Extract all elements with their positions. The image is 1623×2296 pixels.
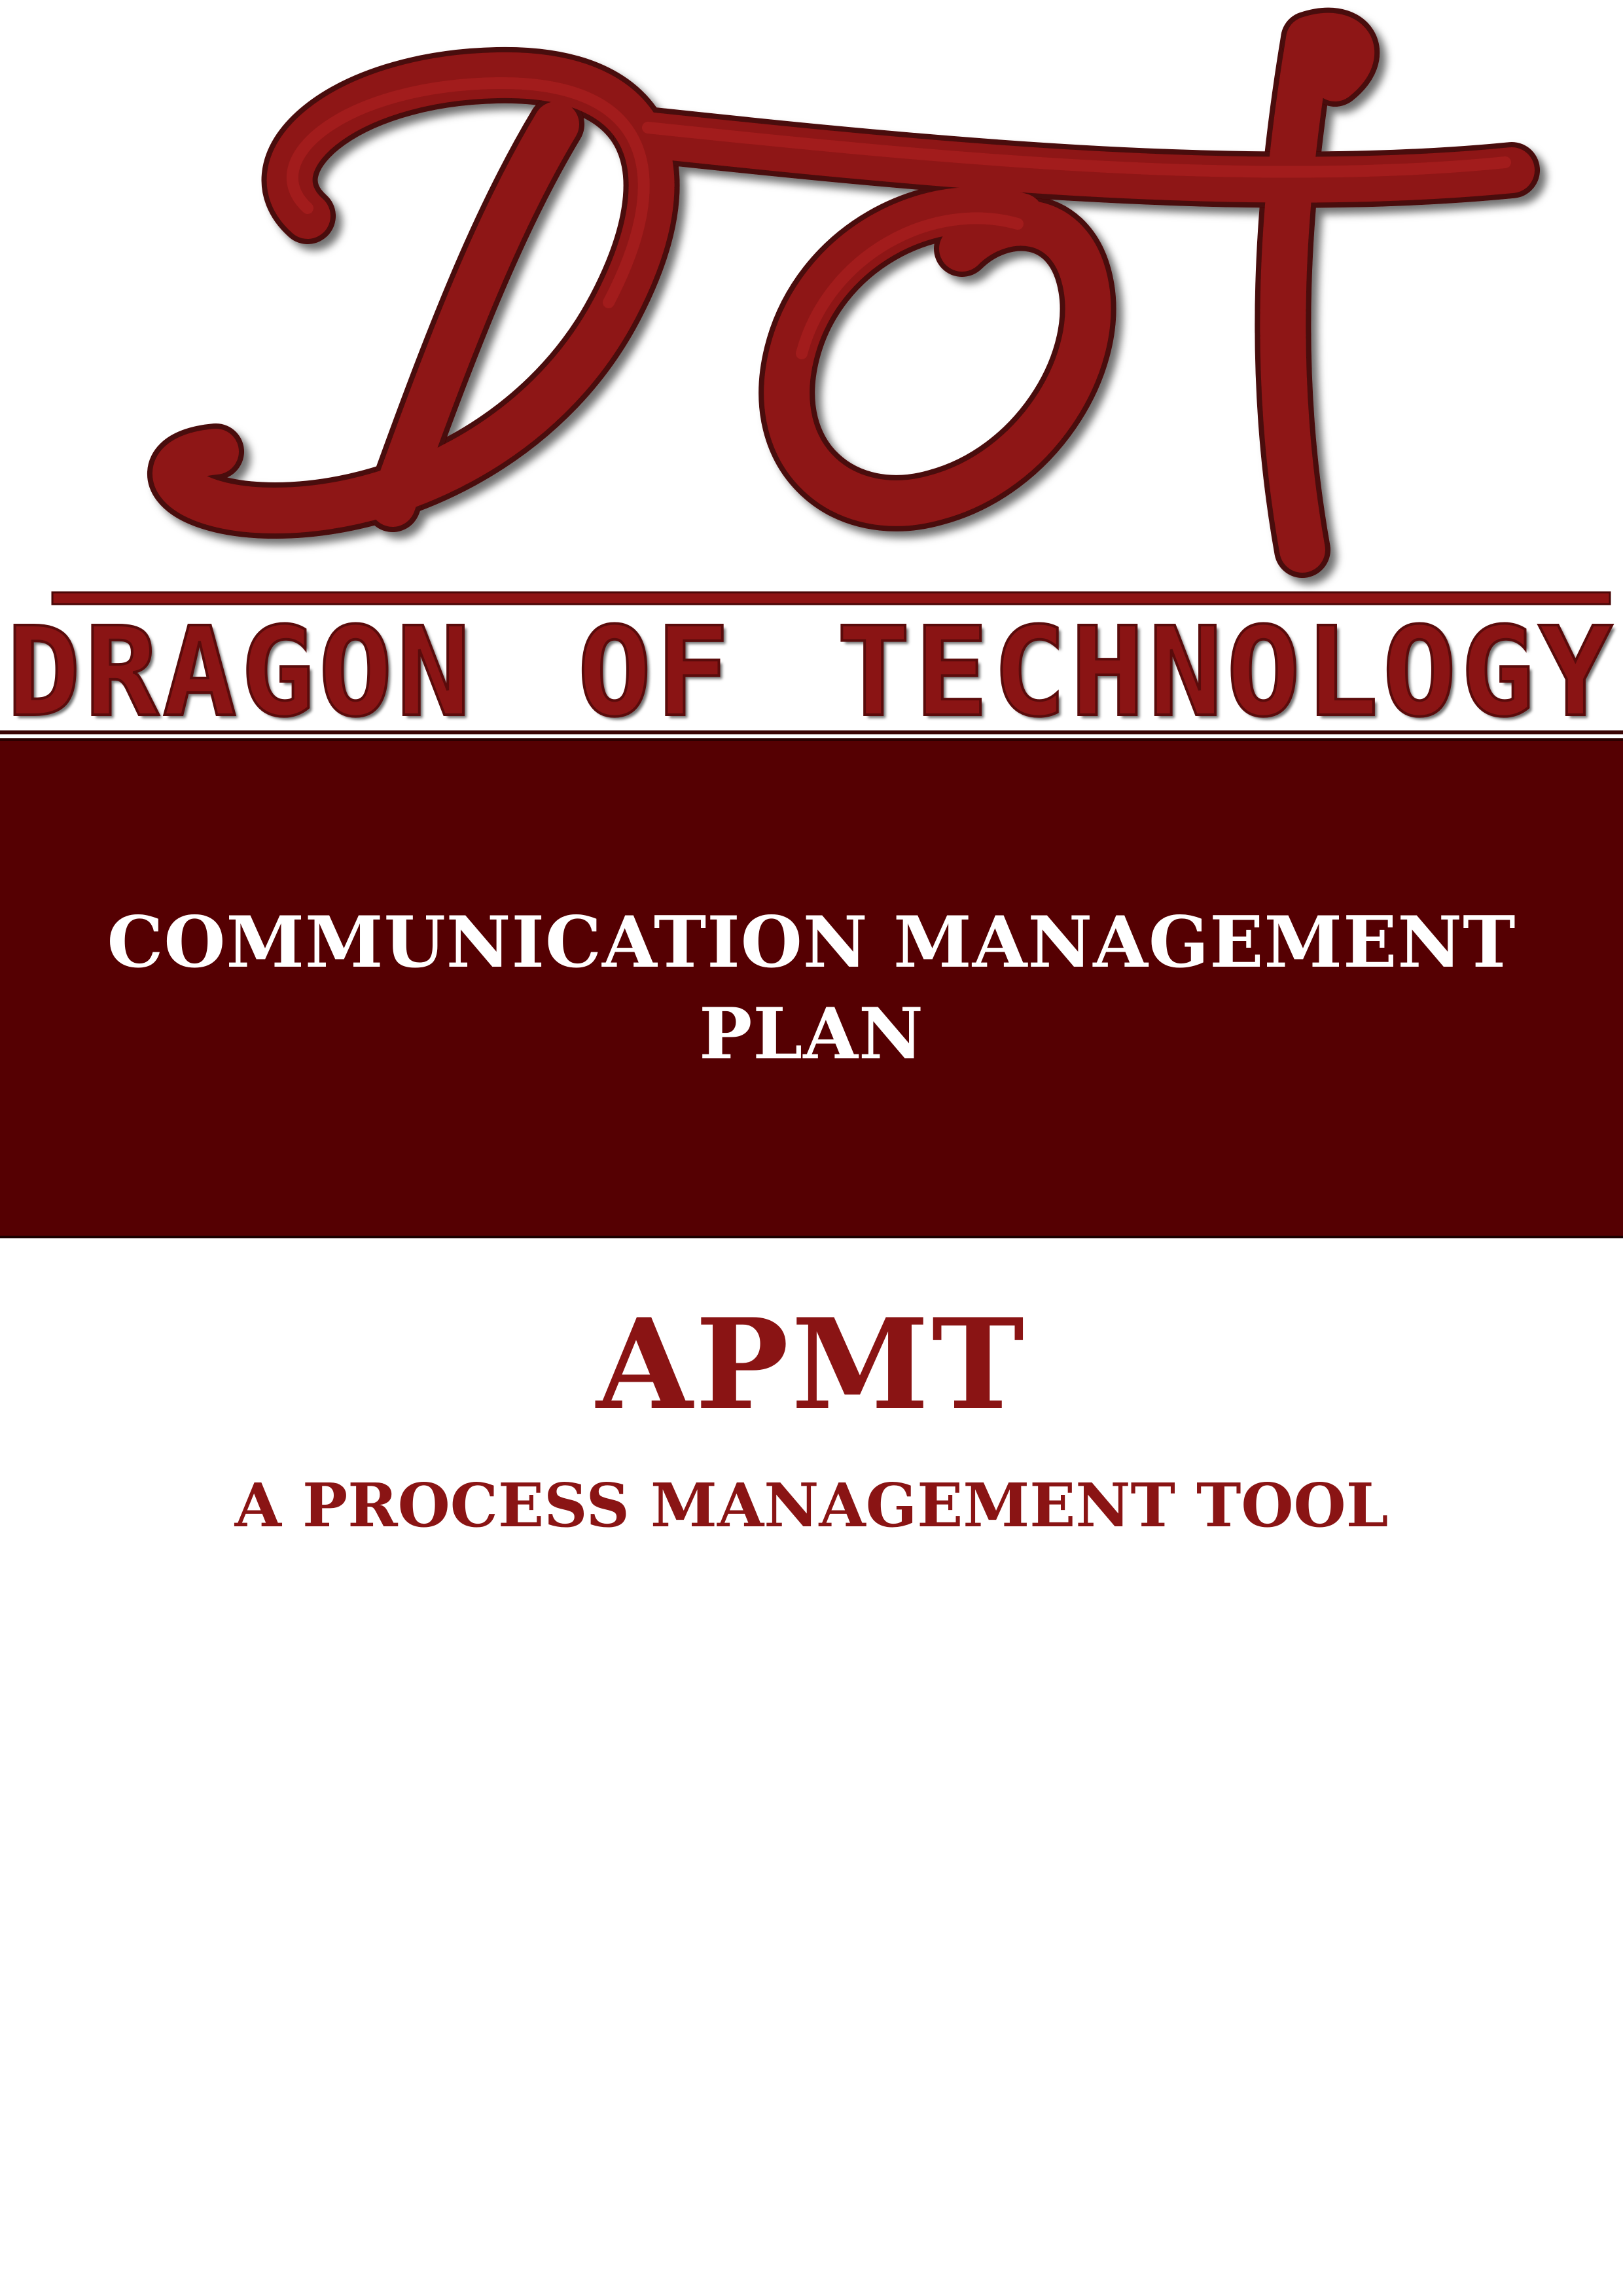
wordmark-word-2: OF bbox=[576, 600, 734, 745]
company-logo: DRAGON OF TECHNOLOGY bbox=[0, 0, 1623, 745]
product-name: APMT bbox=[596, 1291, 1027, 1437]
wordmark-word-1: DRAGON bbox=[5, 600, 475, 745]
wordmark-word-3: TECHNOLOGY bbox=[835, 600, 1616, 745]
product-subtitle: A PROCESS MANAGEMENT TOOL bbox=[234, 1470, 1389, 1541]
title-band: COMMUNICATION MANAGEMENT PLAN bbox=[0, 738, 1623, 1238]
document-title-line-1: COMMUNICATION MANAGEMENT bbox=[107, 901, 1516, 984]
document-title-line-2: PLAN bbox=[699, 993, 924, 1075]
brand-wordmark: DRAGON OF TECHNOLOGY bbox=[5, 600, 1616, 745]
